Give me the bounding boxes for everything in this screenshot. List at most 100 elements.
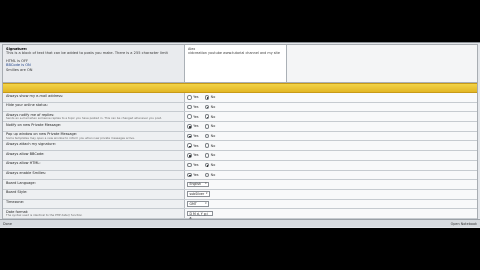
smilies-state: Smilies are ON bbox=[6, 67, 33, 72]
radio-no[interactable]: No bbox=[204, 114, 216, 120]
preference-label: Board Style: bbox=[6, 190, 28, 195]
radio-no[interactable]: No bbox=[204, 162, 215, 168]
preference-label: Always allow BBCode: bbox=[6, 151, 45, 156]
preference-row: Board Language: English ▾ bbox=[3, 180, 477, 190]
radio-no[interactable]: No bbox=[204, 104, 215, 110]
signature-text-line2: vidcreation youtube www.tutorial channel… bbox=[188, 51, 280, 56]
radio-circle-icon[interactable] bbox=[204, 162, 210, 168]
radio-no[interactable]: No bbox=[204, 133, 216, 139]
preference-select[interactable]: English ▾ bbox=[187, 181, 209, 188]
radio-circle-icon[interactable] bbox=[204, 124, 210, 129]
radio-circle-icon[interactable] bbox=[204, 172, 210, 178]
preference-select[interactable]: GMT ▾ bbox=[187, 201, 209, 207]
radio-label: No bbox=[210, 134, 216, 139]
preference-label-cell: Always allow BBCode: bbox=[3, 151, 185, 160]
radio-yes[interactable]: Yes bbox=[187, 133, 199, 139]
select-value: English bbox=[189, 182, 202, 187]
preference-label: Board Language: bbox=[6, 180, 36, 185]
preference-label-cell: Always notify me of replies: Sends an e-m… bbox=[3, 112, 185, 122]
preference-row: Always notify me of replies: Sends an e-m… bbox=[3, 112, 477, 123]
radio-circle-icon[interactable] bbox=[187, 124, 192, 129]
preference-label-cell: Hide your online status: bbox=[3, 102, 185, 112]
radio-no[interactable]: No bbox=[204, 172, 216, 178]
preference-value-cell: English ▾ bbox=[185, 180, 477, 189]
radio-yes[interactable]: Yes bbox=[187, 124, 199, 129]
preference-label-cell: Date format: The syntax used is identical… bbox=[3, 209, 185, 218]
radio-label: No bbox=[210, 143, 216, 148]
radio-no[interactable]: No bbox=[204, 95, 215, 100]
radio-no[interactable]: No bbox=[204, 143, 216, 149]
preference-row: Always show my e-mail address: Yes No bbox=[3, 93, 477, 103]
preference-value-cell: subSilver ▾ bbox=[185, 189, 477, 199]
preference-value-cell: Yes No bbox=[185, 151, 477, 160]
radio-circle-icon[interactable] bbox=[187, 143, 192, 149]
status-right[interactable]: Open Notebook bbox=[451, 222, 477, 226]
radio-no[interactable]: No bbox=[204, 153, 215, 158]
radio-label: Yes bbox=[193, 114, 199, 119]
radio-circle-icon[interactable] bbox=[187, 104, 192, 110]
radio-no[interactable]: No bbox=[204, 124, 216, 129]
radio-circle-icon[interactable] bbox=[204, 95, 210, 100]
preference-label: Hide your online status: bbox=[6, 103, 48, 108]
radio-yes[interactable]: Yes bbox=[187, 153, 199, 158]
radio-label: No bbox=[210, 114, 216, 119]
preference-row: Always allow BBCode: Yes No bbox=[3, 151, 477, 161]
radio-label: No bbox=[210, 172, 216, 177]
radio-circle-icon[interactable] bbox=[204, 143, 210, 149]
chevron-down-icon[interactable]: ▾ bbox=[205, 202, 206, 207]
radio-circle-icon[interactable] bbox=[204, 133, 210, 139]
signature-description: This is a block of text that can be adde… bbox=[6, 51, 168, 56]
preference-label-cell: Always allow HTML: bbox=[3, 160, 185, 170]
preference-label: Always attach my signature: bbox=[6, 142, 56, 147]
radio-yes[interactable]: Yes bbox=[187, 172, 199, 178]
preference-value-cell: Yes No bbox=[185, 93, 477, 102]
radio-yes[interactable]: Yes bbox=[187, 143, 199, 149]
radio-circle-icon[interactable] bbox=[204, 153, 210, 158]
radio-circle-icon[interactable] bbox=[187, 95, 192, 100]
preference-value-cell: Yes No bbox=[185, 141, 477, 151]
radio-circle-icon[interactable] bbox=[204, 104, 210, 110]
radio-label: Yes bbox=[193, 163, 199, 168]
preference-value-cell: Yes No bbox=[185, 160, 477, 170]
chevron-down-icon[interactable]: ▾ bbox=[206, 192, 207, 197]
radio-yes[interactable]: Yes bbox=[187, 104, 199, 110]
preference-row: Always enable Smilies: Yes No bbox=[3, 170, 477, 181]
radio-label: Yes bbox=[193, 134, 199, 139]
signature-textarea[interactable]: Alex vidcreation youtube www.tutorial ch… bbox=[185, 45, 287, 82]
chevron-down-icon[interactable]: ▾ bbox=[205, 182, 206, 187]
radio-circle-icon[interactable] bbox=[187, 162, 192, 168]
radio-label: Yes bbox=[193, 124, 199, 129]
preference-label: Timezone: bbox=[6, 200, 25, 205]
radio-label: Yes bbox=[193, 143, 199, 148]
radio-label: Yes bbox=[193, 105, 199, 110]
preference-row: Always allow HTML: Yes No bbox=[3, 160, 477, 171]
preference-label: Always show my e-mail address: bbox=[6, 93, 64, 98]
signature-spacer bbox=[287, 45, 477, 82]
radio-circle-icon[interactable] bbox=[204, 114, 210, 120]
preference-hint: The syntax used is identical to the PHP … bbox=[6, 213, 83, 218]
preference-label-cell: Timezone: bbox=[3, 199, 185, 209]
preference-label-cell: Board Language: bbox=[3, 180, 185, 189]
radio-circle-icon[interactable] bbox=[187, 133, 192, 139]
preference-label-cell: Always attach my signature: bbox=[3, 141, 185, 151]
radio-yes[interactable]: Yes bbox=[187, 114, 199, 120]
radio-yes[interactable]: Yes bbox=[187, 162, 199, 168]
preference-hint: Some templates may open a new window to … bbox=[6, 135, 135, 140]
profile-form: Signature: This is a block of text that … bbox=[2, 44, 478, 223]
radio-circle-icon[interactable] bbox=[187, 114, 192, 120]
select-value: GMT bbox=[189, 201, 197, 206]
radio-yes[interactable]: Yes bbox=[187, 95, 199, 100]
radio-circle-icon[interactable] bbox=[187, 172, 192, 178]
radio-circle-icon[interactable] bbox=[187, 153, 192, 158]
preference-row: Date format: The syntax used is identical… bbox=[3, 209, 477, 220]
preference-select[interactable]: subSilver ▾ bbox=[187, 191, 210, 198]
select-value: subSilver bbox=[189, 191, 205, 196]
preference-label: Notify on new Private Message: bbox=[6, 122, 62, 127]
radio-label: Yes bbox=[193, 95, 199, 100]
preference-value-cell: Yes No bbox=[185, 122, 477, 131]
date-format-input[interactable]: D M d, Y g:i a bbox=[187, 210, 213, 220]
radio-label: No bbox=[210, 124, 216, 129]
preferences-rows: Always show my e-mail address: Yes No Hide … bbox=[3, 93, 477, 220]
preference-row: Pop up window on new Private Message: Som… bbox=[3, 131, 477, 142]
preference-row: Board Style: subSilver ▾ bbox=[3, 189, 477, 200]
